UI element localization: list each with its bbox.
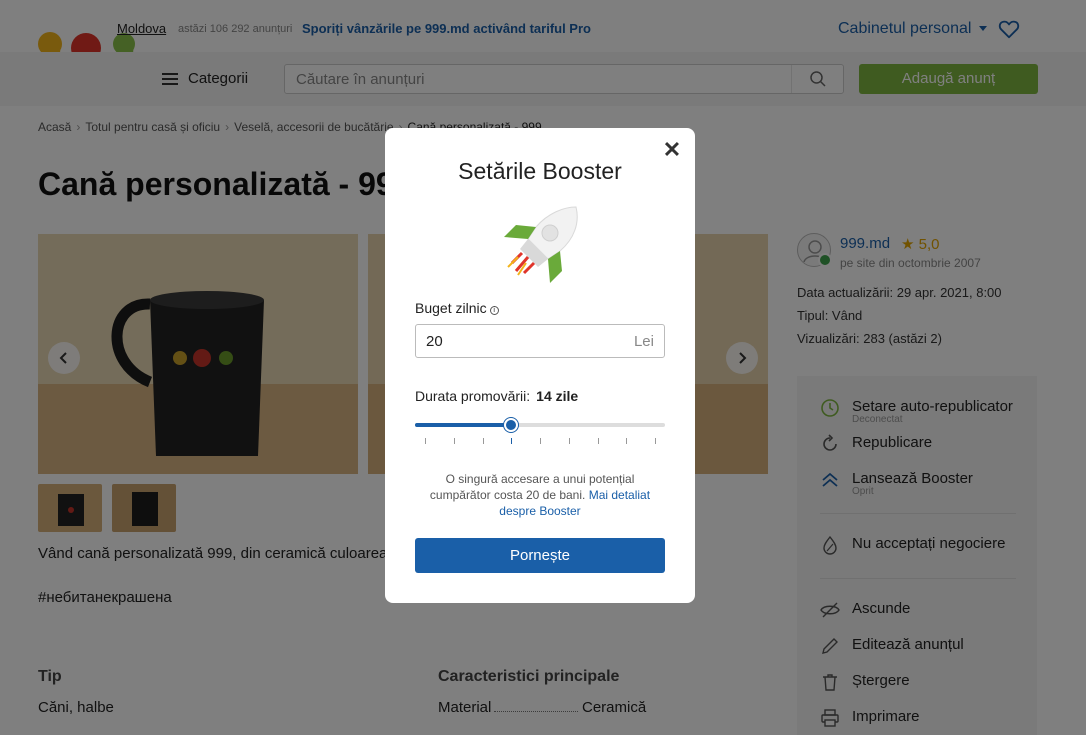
slider-tick — [626, 438, 628, 444]
duration-value: 14 zile — [536, 388, 579, 404]
duration-label-text: Durata promovării: — [415, 388, 531, 404]
budget-label: Buget zilnic i — [415, 300, 499, 316]
rocket-icon — [504, 206, 578, 283]
slider-tick — [453, 438, 455, 444]
start-booster-button[interactable]: Pornește — [415, 538, 665, 573]
budget-label-text: Buget zilnic — [415, 300, 487, 316]
daily-budget-input[interactable] — [426, 325, 606, 357]
duration-slider[interactable] — [415, 418, 665, 444]
booster-settings-dialog: ✕ Setările Booster Buget zilnici Lei Dur… — [385, 128, 695, 603]
slider-tick — [568, 438, 570, 444]
slider-tick — [655, 438, 656, 444]
slider-tick — [482, 438, 484, 444]
slider-tick — [425, 438, 426, 444]
budget-field: Lei — [415, 324, 665, 358]
info-icon[interactable]: i — [489, 306, 499, 315]
dialog-title: Setările Booster — [458, 158, 622, 184]
slider-fill — [415, 423, 512, 427]
booster-note: O singură accesare a unui potențial cump… — [425, 471, 655, 519]
slider-tick — [597, 438, 599, 444]
slider-handle[interactable] — [504, 418, 519, 432]
duration-label: Durata promovării: 14 zile — [415, 388, 578, 404]
slider-tick — [540, 438, 541, 444]
currency-label: Lei — [633, 333, 654, 350]
slider-tick — [511, 438, 513, 444]
